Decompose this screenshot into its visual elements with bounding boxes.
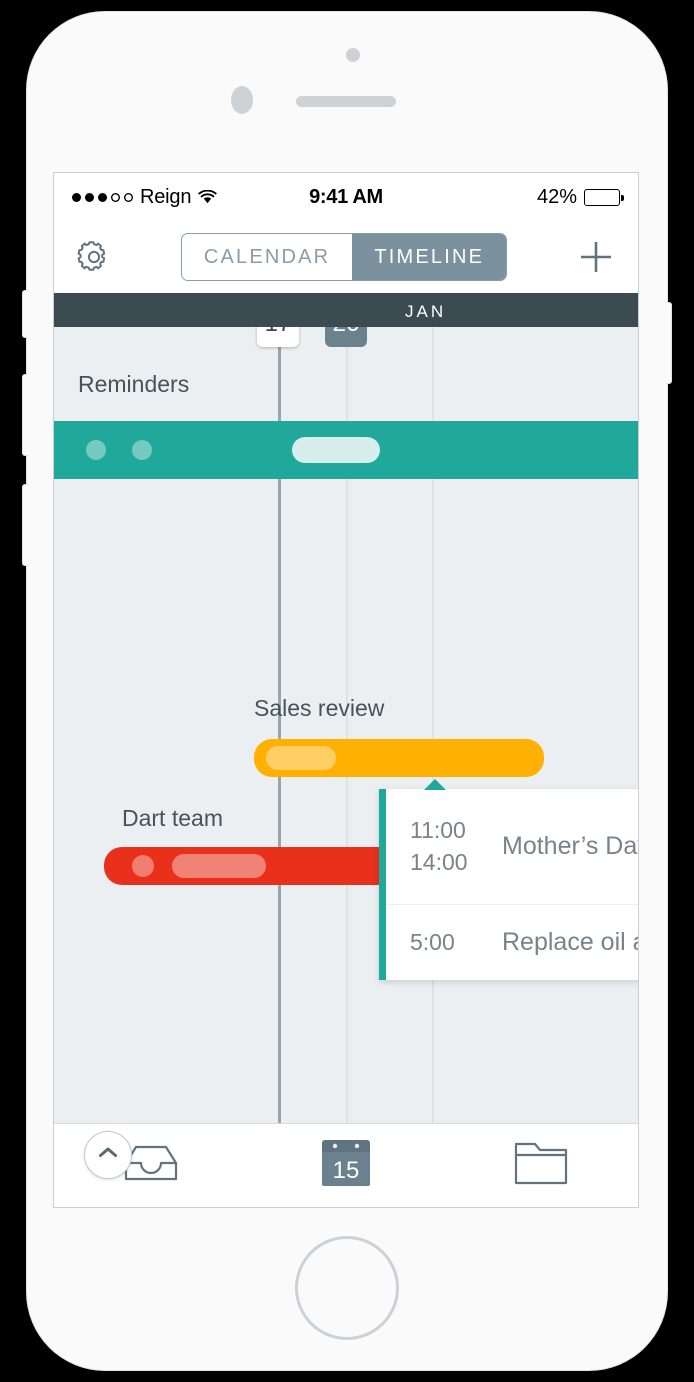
popup-pointer-icon xyxy=(424,779,446,790)
event-time-start: 11:00 xyxy=(410,816,466,843)
mute-switch[interactable] xyxy=(22,290,28,338)
earpiece-speaker xyxy=(296,96,396,107)
timeline-bar-sales-review[interactable] xyxy=(254,739,544,777)
tab-inbox[interactable] xyxy=(54,1124,249,1207)
bar-segment xyxy=(172,854,266,878)
front-camera-icon xyxy=(231,86,253,114)
chevron-up-icon xyxy=(98,1146,118,1164)
gear-icon[interactable] xyxy=(76,239,112,275)
event-time: 11:00 14:00 xyxy=(410,815,502,878)
event-title: Replace oil and f… xyxy=(502,928,638,956)
status-bar-right: 42% xyxy=(536,185,624,209)
month-label: JAN xyxy=(405,302,447,321)
row-label-sales-review: Sales review xyxy=(254,695,385,721)
battery-percent-label: 42% xyxy=(536,185,577,208)
phone-frame: Reign 9:41 AM 42% CALENDAR TIMELINE JAN … xyxy=(22,12,672,1370)
bottom-tab-bar: 15 xyxy=(54,1123,638,1207)
volume-up-button[interactable] xyxy=(22,374,28,456)
tab-folder[interactable] xyxy=(443,1124,638,1207)
event-popup-card: 11:00 14:00 Mother’s Day Lunc 5:00 Repla… xyxy=(379,789,638,980)
tab-calendar-nav[interactable]: 15 xyxy=(249,1124,444,1207)
phone-screen: Reign 9:41 AM 42% CALENDAR TIMELINE JAN … xyxy=(53,172,639,1208)
event-title: Mother’s Day Lunc xyxy=(502,832,638,860)
date-marker-26[interactable]: 26 xyxy=(325,327,367,347)
tab-calendar[interactable]: CALENDAR xyxy=(181,234,353,280)
event-time-end: 14:00 xyxy=(410,848,468,875)
bar-dot xyxy=(132,440,152,460)
tab-timeline[interactable]: TIMELINE xyxy=(352,234,507,280)
power-button[interactable] xyxy=(666,302,672,384)
bar-dot xyxy=(132,855,154,877)
calendar-icon: 15 xyxy=(320,1138,372,1193)
timeline-header: JAN xyxy=(54,293,638,327)
popup-event-row[interactable]: 11:00 14:00 Mother’s Day Lunc xyxy=(386,789,638,905)
bar-dot xyxy=(86,440,106,460)
folder-icon xyxy=(513,1140,569,1191)
nav-bar: CALENDAR TIMELINE xyxy=(54,221,638,293)
date-marker-17[interactable]: 17 xyxy=(257,327,299,347)
popup-event-row[interactable]: 5:00 Replace oil and f… xyxy=(386,905,638,980)
rear-sensor-icon xyxy=(346,48,360,62)
row-label-reminders: Reminders xyxy=(78,371,190,397)
status-bar: Reign 9:41 AM 42% xyxy=(54,173,638,221)
bar-segment xyxy=(266,746,336,770)
collapse-button[interactable] xyxy=(84,1131,132,1179)
row-label-dart-team: Dart team xyxy=(122,805,223,831)
bar-segment xyxy=(292,437,380,463)
view-mode-segmented-control[interactable]: CALENDAR TIMELINE xyxy=(180,233,508,281)
battery-icon xyxy=(584,188,624,206)
home-button[interactable] xyxy=(295,1236,399,1340)
timeline-bar-reminders[interactable] xyxy=(54,421,638,479)
event-time: 5:00 xyxy=(410,928,455,955)
svg-text:15: 15 xyxy=(333,1157,360,1184)
timeline-body: 17 26 Reminders 11:00 14:00 Mother’s Day… xyxy=(54,327,638,1207)
volume-down-button[interactable] xyxy=(22,484,28,566)
plus-icon[interactable] xyxy=(576,237,616,277)
